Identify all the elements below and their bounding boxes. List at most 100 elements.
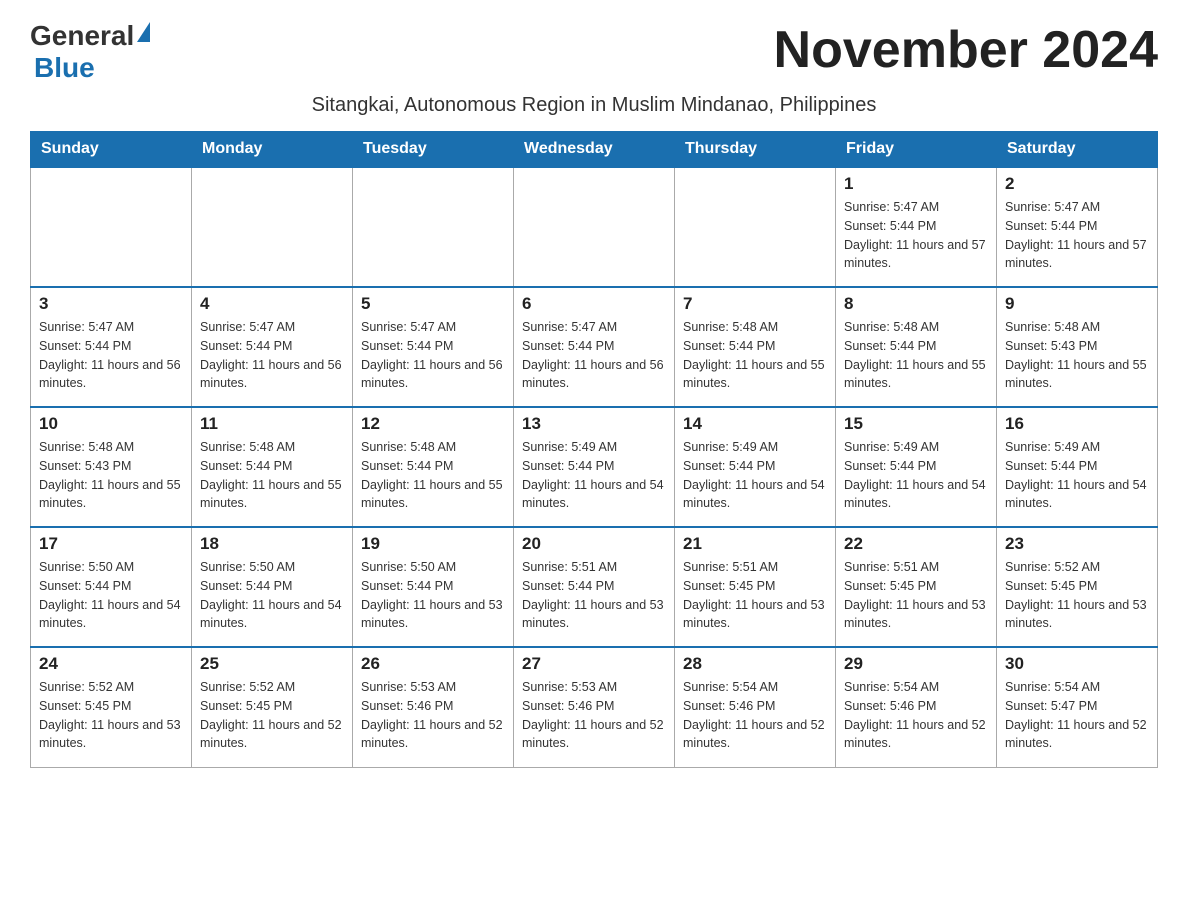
day-info: Sunrise: 5:50 AMSunset: 5:44 PMDaylight:… — [200, 558, 344, 633]
day-number: 1 — [844, 174, 988, 194]
calendar-cell: 9Sunrise: 5:48 AMSunset: 5:43 PMDaylight… — [997, 287, 1158, 407]
day-info: Sunrise: 5:50 AMSunset: 5:44 PMDaylight:… — [361, 558, 505, 633]
calendar-cell: 15 Sunrise: 5:49 AMSunset: 5:44 PMDayligh… — [836, 407, 997, 527]
calendar-cell: 23 Sunrise: 5:52 AMSunset: 5:45 PMDayligh… — [997, 527, 1158, 647]
day-info: Sunrise: 5:48 AMSunset: 5:44 PMDaylight:… — [683, 318, 827, 393]
day-info: Sunrise: 5:47 AMSunset: 5:44 PMDaylight:… — [844, 198, 988, 273]
calendar-cell: 8Sunrise: 5:48 AMSunset: 5:44 PMDaylight… — [836, 287, 997, 407]
calendar-cell: 22Sunrise: 5:51 AMSunset: 5:45 PMDayligh… — [836, 527, 997, 647]
day-number: 25 — [200, 654, 344, 674]
day-info: Sunrise: 5:48 AMSunset: 5:44 PMDaylight:… — [361, 438, 505, 513]
day-info: Sunrise: 5:53 AMSunset: 5:46 PMDaylight:… — [522, 678, 666, 753]
day-info: Sunrise: 5:54 AMSunset: 5:46 PMDaylight:… — [683, 678, 827, 753]
day-number: 20 — [522, 534, 666, 554]
day-info: Sunrise: 5:47 AMSunset: 5:44 PMDaylight:… — [39, 318, 183, 393]
calendar-cell — [353, 167, 514, 287]
calendar-cell: 26 Sunrise: 5:53 AMSunset: 5:46 PMDayligh… — [353, 647, 514, 767]
calendar-cell: 13Sunrise: 5:49 AMSunset: 5:44 PMDayligh… — [514, 407, 675, 527]
day-number: 17 — [39, 534, 183, 554]
calendar-cell: 30 Sunrise: 5:54 AMSunset: 5:47 PMDayligh… — [997, 647, 1158, 767]
calendar-cell — [192, 167, 353, 287]
page-header: General Blue November 2024 — [30, 20, 1158, 84]
day-info: Sunrise: 5:51 AMSunset: 5:44 PMDaylight:… — [522, 558, 666, 633]
day-number: 18 — [200, 534, 344, 554]
day-info: Sunrise: 5:50 AMSunset: 5:44 PMDaylight:… — [39, 558, 183, 633]
calendar-cell: 24 Sunrise: 5:52 AMSunset: 5:45 PMDayligh… — [31, 647, 192, 767]
calendar-week-5: 24 Sunrise: 5:52 AMSunset: 5:45 PMDayligh… — [31, 647, 1158, 767]
day-number: 22 — [844, 534, 988, 554]
col-header-saturday: Saturday — [997, 132, 1158, 168]
col-header-friday: Friday — [836, 132, 997, 168]
day-number: 7 — [683, 294, 827, 314]
calendar-table: SundayMondayTuesdayWednesdayThursdayFrid… — [30, 131, 1158, 768]
calendar-week-3: 10Sunrise: 5:48 AMSunset: 5:43 PMDayligh… — [31, 407, 1158, 527]
calendar-cell: 27 Sunrise: 5:53 AMSunset: 5:46 PMDayligh… — [514, 647, 675, 767]
day-number: 2 — [1005, 174, 1149, 194]
calendar-cell: 29Sunrise: 5:54 AMSunset: 5:46 PMDayligh… — [836, 647, 997, 767]
day-number: 26 — [361, 654, 505, 674]
day-info: Sunrise: 5:52 AMSunset: 5:45 PMDaylight:… — [200, 678, 344, 753]
logo-blue-text: Blue — [34, 52, 95, 83]
calendar-cell: 2Sunrise: 5:47 AMSunset: 5:44 PMDaylight… — [997, 167, 1158, 287]
calendar-cell: 18 Sunrise: 5:50 AMSunset: 5:44 PMDayligh… — [192, 527, 353, 647]
day-number: 27 — [522, 654, 666, 674]
calendar-cell: 11 Sunrise: 5:48 AMSunset: 5:44 PMDayligh… — [192, 407, 353, 527]
day-number: 24 — [39, 654, 183, 674]
calendar-cell — [675, 167, 836, 287]
day-number: 14 — [683, 414, 827, 434]
day-info: Sunrise: 5:49 AMSunset: 5:44 PMDaylight:… — [1005, 438, 1149, 513]
day-info: Sunrise: 5:51 AMSunset: 5:45 PMDaylight:… — [683, 558, 827, 633]
calendar-cell: 14 Sunrise: 5:49 AMSunset: 5:44 PMDayligh… — [675, 407, 836, 527]
col-header-tuesday: Tuesday — [353, 132, 514, 168]
calendar-cell: 1 Sunrise: 5:47 AMSunset: 5:44 PMDaylight… — [836, 167, 997, 287]
day-number: 19 — [361, 534, 505, 554]
day-number: 3 — [39, 294, 183, 314]
calendar-cell: 28Sunrise: 5:54 AMSunset: 5:46 PMDayligh… — [675, 647, 836, 767]
day-info: Sunrise: 5:48 AMSunset: 5:44 PMDaylight:… — [200, 438, 344, 513]
calendar-week-1: 1 Sunrise: 5:47 AMSunset: 5:44 PMDaylight… — [31, 167, 1158, 287]
day-number: 15 — [844, 414, 988, 434]
day-info: Sunrise: 5:52 AMSunset: 5:45 PMDaylight:… — [1005, 558, 1149, 633]
calendar-cell: 3 Sunrise: 5:47 AMSunset: 5:44 PMDaylight… — [31, 287, 192, 407]
calendar-header-row: SundayMondayTuesdayWednesdayThursdayFrid… — [31, 132, 1158, 168]
col-header-wednesday: Wednesday — [514, 132, 675, 168]
calendar-cell: 7 Sunrise: 5:48 AMSunset: 5:44 PMDaylight… — [675, 287, 836, 407]
calendar-cell: 4Sunrise: 5:47 AMSunset: 5:44 PMDaylight… — [192, 287, 353, 407]
day-info: Sunrise: 5:48 AMSunset: 5:43 PMDaylight:… — [1005, 318, 1149, 393]
calendar-cell: 16 Sunrise: 5:49 AMSunset: 5:44 PMDayligh… — [997, 407, 1158, 527]
day-number: 4 — [200, 294, 344, 314]
day-number: 6 — [522, 294, 666, 314]
day-info: Sunrise: 5:48 AMSunset: 5:43 PMDaylight:… — [39, 438, 183, 513]
day-info: Sunrise: 5:47 AMSunset: 5:44 PMDaylight:… — [522, 318, 666, 393]
col-header-monday: Monday — [192, 132, 353, 168]
day-number: 8 — [844, 294, 988, 314]
day-number: 23 — [1005, 534, 1149, 554]
logo-triangle-icon — [137, 22, 150, 42]
calendar-cell: 6 Sunrise: 5:47 AMSunset: 5:44 PMDaylight… — [514, 287, 675, 407]
calendar-week-4: 17 Sunrise: 5:50 AMSunset: 5:44 PMDayligh… — [31, 527, 1158, 647]
calendar-cell — [31, 167, 192, 287]
calendar-cell: 20 Sunrise: 5:51 AMSunset: 5:44 PMDayligh… — [514, 527, 675, 647]
calendar-cell: 25 Sunrise: 5:52 AMSunset: 5:45 PMDayligh… — [192, 647, 353, 767]
logo: General Blue — [30, 20, 150, 84]
day-info: Sunrise: 5:49 AMSunset: 5:44 PMDaylight:… — [683, 438, 827, 513]
day-number: 5 — [361, 294, 505, 314]
day-number: 11 — [200, 414, 344, 434]
calendar-cell: 5 Sunrise: 5:47 AMSunset: 5:44 PMDaylight… — [353, 287, 514, 407]
calendar-cell: 17 Sunrise: 5:50 AMSunset: 5:44 PMDayligh… — [31, 527, 192, 647]
day-info: Sunrise: 5:49 AMSunset: 5:44 PMDaylight:… — [844, 438, 988, 513]
day-info: Sunrise: 5:47 AMSunset: 5:44 PMDaylight:… — [361, 318, 505, 393]
calendar-cell: 10Sunrise: 5:48 AMSunset: 5:43 PMDayligh… — [31, 407, 192, 527]
day-info: Sunrise: 5:54 AMSunset: 5:47 PMDaylight:… — [1005, 678, 1149, 753]
day-info: Sunrise: 5:52 AMSunset: 5:45 PMDaylight:… — [39, 678, 183, 753]
calendar-cell: 19 Sunrise: 5:50 AMSunset: 5:44 PMDayligh… — [353, 527, 514, 647]
calendar-week-2: 3 Sunrise: 5:47 AMSunset: 5:44 PMDaylight… — [31, 287, 1158, 407]
day-number: 16 — [1005, 414, 1149, 434]
day-info: Sunrise: 5:53 AMSunset: 5:46 PMDaylight:… — [361, 678, 505, 753]
day-number: 21 — [683, 534, 827, 554]
col-header-sunday: Sunday — [31, 132, 192, 168]
calendar-subtitle: Sitangkai, Autonomous Region in Muslim M… — [30, 94, 1158, 117]
day-number: 30 — [1005, 654, 1149, 674]
calendar-cell: 12Sunrise: 5:48 AMSunset: 5:44 PMDayligh… — [353, 407, 514, 527]
day-number: 29 — [844, 654, 988, 674]
